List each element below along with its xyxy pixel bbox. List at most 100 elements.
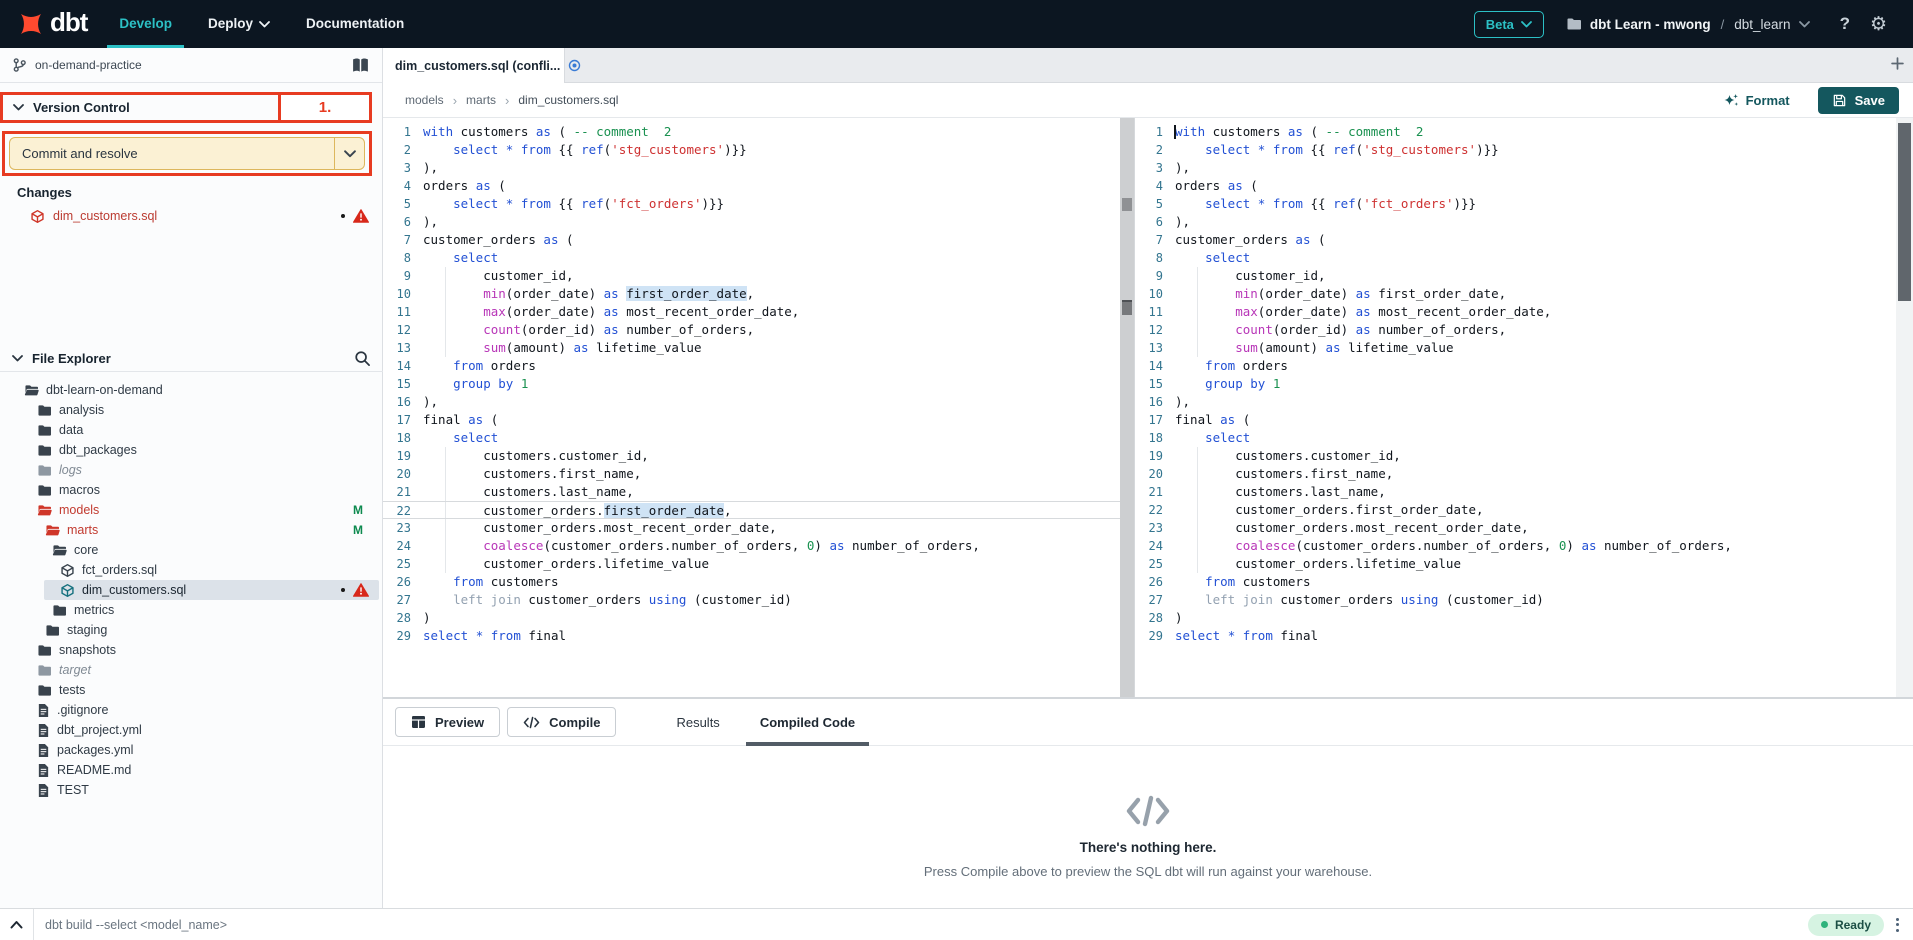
code-line[interactable]: 7customer_orders as (: [383, 231, 1120, 249]
line-number[interactable]: 4: [1135, 177, 1175, 195]
code-line[interactable]: 8 select: [383, 249, 1120, 267]
editor-pane-left[interactable]: 1with customers as ( -- comment 22 selec…: [383, 118, 1120, 697]
code-line[interactable]: 23 customer_orders.most_recent_order_dat…: [383, 519, 1120, 537]
line-number[interactable]: 7: [1135, 231, 1175, 249]
line-number[interactable]: 7: [383, 231, 423, 249]
line-number[interactable]: 25: [383, 555, 423, 573]
tree-item[interactable]: TEST: [0, 780, 383, 800]
line-number[interactable]: 19: [1135, 447, 1175, 465]
line-number[interactable]: 22: [383, 502, 423, 518]
tree-item[interactable]: dbt_packages: [0, 440, 383, 460]
code-line[interactable]: 4orders as (: [383, 177, 1120, 195]
compile-button[interactable]: Compile: [507, 707, 616, 737]
code-line[interactable]: 29select * from final: [1135, 627, 1896, 645]
breadcrumb-file[interactable]: dim_customers.sql: [518, 93, 618, 107]
line-number[interactable]: 29: [1135, 627, 1175, 645]
tree-item[interactable]: martsM: [0, 520, 383, 540]
code-line[interactable]: 9 customer_id,: [383, 267, 1120, 285]
save-button[interactable]: Save: [1818, 87, 1899, 114]
code-line[interactable]: 7customer_orders as (: [1135, 231, 1896, 249]
code-line[interactable]: 3),: [1135, 159, 1896, 177]
code-line[interactable]: 27 left join customer_orders using (cust…: [1135, 591, 1896, 609]
code-line[interactable]: 20 customers.first_name,: [383, 465, 1120, 483]
code-line[interactable]: 14 from orders: [1135, 357, 1896, 375]
code-line[interactable]: 3),: [383, 159, 1120, 177]
line-number[interactable]: 19: [383, 447, 423, 465]
line-number[interactable]: 22: [1135, 501, 1175, 519]
line-number[interactable]: 11: [1135, 303, 1175, 321]
line-number[interactable]: 1: [383, 123, 423, 141]
line-number[interactable]: 20: [1135, 465, 1175, 483]
beta-dropdown[interactable]: Beta: [1474, 11, 1544, 38]
code-line[interactable]: 22 customer_orders.first_order_date,: [1135, 501, 1896, 519]
code-line[interactable]: 17final as (: [1135, 411, 1896, 429]
code-line[interactable]: 11 max(order_date) as most_recent_order_…: [383, 303, 1120, 321]
code-line[interactable]: 21 customers.last_name,: [383, 483, 1120, 501]
line-number[interactable]: 9: [383, 267, 423, 285]
code-line[interactable]: 14 from orders: [383, 357, 1120, 375]
breadcrumb-models[interactable]: models: [405, 93, 444, 107]
code-line[interactable]: 26 from customers: [1135, 573, 1896, 591]
scrollbar-thumb[interactable]: [1898, 123, 1911, 301]
scrollbar-marker[interactable]: [1122, 198, 1132, 211]
code-line[interactable]: 18 select: [1135, 429, 1896, 447]
line-number[interactable]: 24: [383, 537, 423, 555]
tree-item[interactable]: snapshots: [0, 640, 383, 660]
code-line[interactable]: 15 group by 1: [383, 375, 1120, 393]
line-number[interactable]: 2: [1135, 141, 1175, 159]
code-line[interactable]: 24 coalesce(customer_orders.number_of_or…: [383, 537, 1120, 555]
code-line[interactable]: 27 left join customer_orders using (cust…: [383, 591, 1120, 609]
code-line[interactable]: 9 customer_id,: [1135, 267, 1896, 285]
new-tab-plus-icon[interactable]: [1891, 57, 1904, 75]
code-line[interactable]: 25 customer_orders.lifetime_value: [1135, 555, 1896, 573]
line-number[interactable]: 27: [1135, 591, 1175, 609]
code-line[interactable]: 5 select * from {{ ref('fct_orders')}}: [1135, 195, 1896, 213]
scrollbar-marker[interactable]: [1122, 300, 1132, 315]
line-number[interactable]: 21: [1135, 483, 1175, 501]
breadcrumb-marts[interactable]: marts: [466, 93, 496, 107]
code-line[interactable]: 13 sum(amount) as lifetime_value: [1135, 339, 1896, 357]
code-line[interactable]: 24 coalesce(customer_orders.number_of_or…: [1135, 537, 1896, 555]
line-number[interactable]: 26: [1135, 573, 1175, 591]
tree-item[interactable]: analysis: [0, 400, 383, 420]
code-line[interactable]: 19 customers.customer_id,: [383, 447, 1120, 465]
line-number[interactable]: 9: [1135, 267, 1175, 285]
command-input[interactable]: dbt build --select <model_name>: [45, 918, 1808, 932]
line-number[interactable]: 2: [383, 141, 423, 159]
chevron-down-icon[interactable]: [13, 104, 24, 111]
settings-gear-icon[interactable]: ⚙: [1870, 15, 1887, 34]
line-number[interactable]: 5: [1135, 195, 1175, 213]
modified-indicator-icon[interactable]: [568, 59, 581, 72]
line-number[interactable]: 8: [383, 249, 423, 267]
tree-item[interactable]: README.md: [0, 760, 383, 780]
line-number[interactable]: 14: [383, 357, 423, 375]
tree-item[interactable]: target: [0, 660, 383, 680]
line-number[interactable]: 14: [1135, 357, 1175, 375]
line-number[interactable]: 29: [383, 627, 423, 645]
line-number[interactable]: 16: [1135, 393, 1175, 411]
tree-item[interactable]: modelsM: [0, 500, 383, 520]
code-line[interactable]: 2 select * from {{ ref('stg_customers')}…: [383, 141, 1120, 159]
tree-item[interactable]: dbt_project.yml: [0, 720, 383, 740]
code-line[interactable]: 12 count(order_id) as number_of_orders,: [383, 321, 1120, 339]
line-number[interactable]: 15: [1135, 375, 1175, 393]
code-line[interactable]: 19 customers.customer_id,: [1135, 447, 1896, 465]
code-line[interactable]: 28): [383, 609, 1120, 627]
nav-tab-develop[interactable]: Develop: [101, 0, 190, 48]
line-number[interactable]: 11: [383, 303, 423, 321]
tree-item[interactable]: dbt-learn-on-demand: [0, 380, 383, 400]
help-icon[interactable]: ?: [1840, 14, 1850, 34]
line-number[interactable]: 15: [383, 375, 423, 393]
tree-item[interactable]: data: [0, 420, 383, 440]
tree-item[interactable]: tests: [0, 680, 383, 700]
tree-item[interactable]: .gitignore: [0, 700, 383, 720]
tree-item[interactable]: macros: [0, 480, 383, 500]
kebab-menu-icon[interactable]: [1896, 918, 1899, 932]
code-line[interactable]: 18 select: [383, 429, 1120, 447]
tree-item[interactable]: staging: [0, 620, 383, 640]
line-number[interactable]: 13: [1135, 339, 1175, 357]
tree-item[interactable]: core: [0, 540, 383, 560]
line-number[interactable]: 13: [383, 339, 423, 357]
code-line[interactable]: 13 sum(amount) as lifetime_value: [383, 339, 1120, 357]
code-line[interactable]: 10 min(order_date) as first_order_date,: [1135, 285, 1896, 303]
